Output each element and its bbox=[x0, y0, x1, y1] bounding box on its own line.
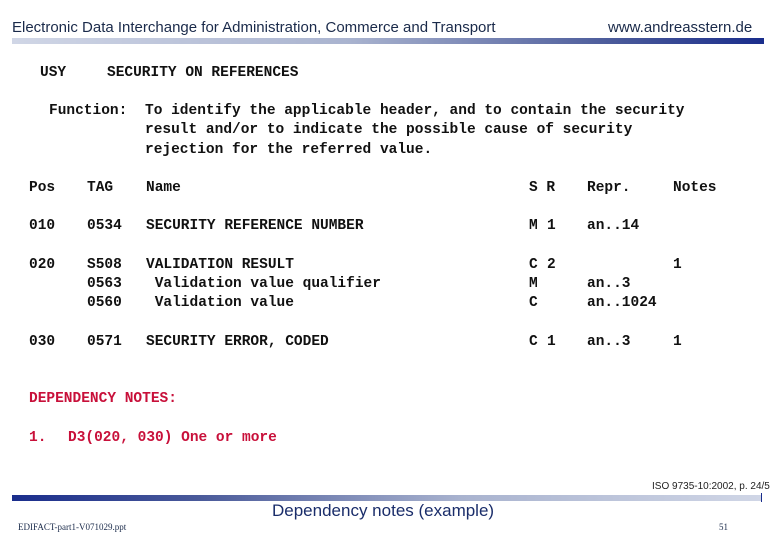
header-title: Electronic Data Interchange for Administ… bbox=[12, 19, 496, 36]
cell-status: M bbox=[529, 276, 538, 292]
dependency-number: 1. bbox=[29, 430, 47, 446]
cell-repeat: 1 bbox=[547, 218, 556, 234]
cell-status: M bbox=[529, 218, 538, 234]
cell-notes: 1 bbox=[673, 257, 682, 273]
dependency-heading: DEPENDENCY NOTES: bbox=[29, 391, 177, 407]
function-line-3: rejection for the referred value. bbox=[145, 142, 433, 158]
cell-name: SECURITY REFERENCE NUMBER bbox=[146, 218, 364, 234]
header-tag: TAG bbox=[87, 180, 114, 196]
cell-repeat: 2 bbox=[547, 257, 556, 273]
header-url: www.andreasstern.de bbox=[608, 19, 753, 36]
cell-pos: 020 bbox=[29, 257, 56, 273]
function-label: Function: bbox=[49, 103, 128, 119]
cell-tag: 0560 bbox=[87, 295, 122, 311]
page-number: 51 bbox=[719, 522, 728, 532]
cell-notes: 1 bbox=[673, 334, 682, 350]
cell-repr: an..1024 bbox=[587, 295, 657, 311]
cell-tag: S508 bbox=[87, 257, 122, 273]
cell-name: VALIDATION RESULT bbox=[146, 257, 294, 273]
cell-status: C bbox=[529, 295, 538, 311]
cell-name: Validation value qualifier bbox=[146, 276, 381, 292]
cell-status: C bbox=[529, 257, 538, 273]
cell-name: Validation value bbox=[146, 295, 294, 311]
header-notes: Notes bbox=[673, 180, 717, 196]
header-divider-bar bbox=[12, 38, 764, 44]
function-line-2: result and/or to indicate the possible c… bbox=[145, 122, 633, 138]
cell-tag: 0534 bbox=[87, 218, 122, 234]
file-name: EDIFACT-part1-V071029.ppt bbox=[18, 522, 127, 532]
cell-pos: 030 bbox=[29, 334, 56, 350]
segment-name: SECURITY ON REFERENCES bbox=[107, 65, 299, 81]
footer-bar-tick bbox=[761, 493, 762, 502]
cell-tag: 0571 bbox=[87, 334, 122, 350]
cell-status: C bbox=[529, 334, 538, 350]
cell-pos: 010 bbox=[29, 218, 56, 234]
header-pos: Pos bbox=[29, 180, 56, 196]
header-sr: S R bbox=[529, 180, 556, 196]
cell-name: SECURITY ERROR, CODED bbox=[146, 334, 329, 350]
iso-reference: ISO 9735-10:2002, p. 24/5 bbox=[652, 481, 770, 492]
dependency-text: D3(020, 030) One or more bbox=[68, 430, 277, 446]
header-repr: Repr. bbox=[587, 180, 631, 196]
cell-tag: 0563 bbox=[87, 276, 122, 292]
header-name: Name bbox=[146, 180, 181, 196]
cell-repr: an..3 bbox=[587, 276, 631, 292]
cell-repeat: 1 bbox=[547, 334, 556, 350]
cell-repr: an..3 bbox=[587, 334, 631, 350]
cell-repr: an..14 bbox=[587, 218, 640, 234]
function-line-1: To identify the applicable header, and t… bbox=[145, 103, 685, 119]
slide-title: Dependency notes (example) bbox=[272, 501, 495, 520]
segment-tag: USY bbox=[40, 65, 67, 81]
